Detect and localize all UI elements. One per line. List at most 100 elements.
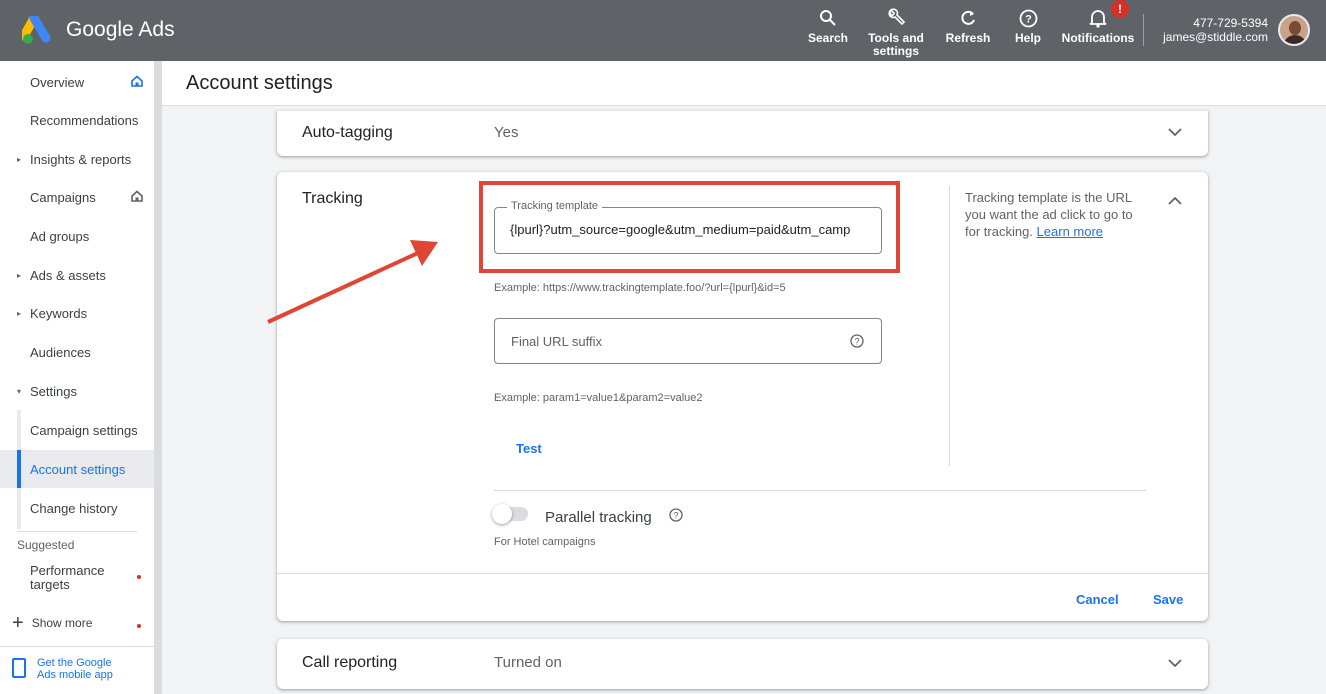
chevron-down-icon[interactable] [1168, 127, 1182, 137]
parallel-tracking-note: For Hotel campaigns [494, 536, 596, 548]
caret-down-icon: ▾ [17, 386, 22, 396]
sidebar-item-audiences[interactable]: Audiences [0, 333, 154, 371]
phone-download-icon [12, 658, 26, 678]
tools-label-2: settings [872, 44, 919, 58]
help-label: Help [1014, 31, 1041, 45]
caret-right-icon: ▸ [17, 308, 22, 318]
mobile-app-label-1: Get the Google [37, 657, 112, 669]
parallel-tracking-label: Parallel tracking [545, 509, 652, 526]
sidebar-item-label: Account settings [30, 461, 126, 477]
account-info[interactable]: 477-729-5394 james@stiddle.com [1163, 16, 1268, 44]
sidebar-item-recommendations[interactable]: Recommendations [0, 101, 154, 139]
call-reporting-row[interactable]: Call reporting Turned on [277, 639, 1208, 689]
highlight-box [479, 181, 900, 273]
call-reporting-value: Turned on [494, 654, 562, 671]
svg-text:?: ? [673, 511, 678, 521]
auto-tagging-value: Yes [494, 124, 519, 141]
svg-text:?: ? [854, 337, 859, 347]
sidebar-item-label: Recommendations [30, 112, 139, 128]
alert-dot [137, 575, 141, 579]
test-button[interactable]: Test [516, 441, 542, 456]
notifications-label: Notifications [1061, 31, 1135, 45]
topbar-divider [1143, 14, 1144, 46]
caret-right-icon: ▸ [17, 154, 22, 164]
parallel-tracking-toggle[interactable] [492, 504, 528, 524]
tracking-help-text: Tracking template is the URL you want th… [965, 189, 1145, 240]
final-url-suffix-input[interactable]: Final URL suffix ? [494, 318, 882, 364]
sidebar-item-overview[interactable]: Overview [0, 63, 154, 101]
sidebar-item-label: Audiences [30, 344, 91, 360]
sidebar-item-account-settings[interactable]: Account settings [0, 450, 154, 488]
brand-name: Google Ads [66, 18, 175, 41]
help-circle-icon[interactable]: ? [850, 334, 864, 348]
show-more-button[interactable]: + Show more [12, 612, 93, 634]
sidebar-item-insights-reports[interactable]: ▸ Insights & reports [0, 140, 154, 178]
chevron-up-icon[interactable] [1168, 196, 1182, 206]
performance-label-2: targets [30, 577, 70, 592]
mobile-app-link[interactable]: Get the Google Ads mobile app [0, 646, 154, 694]
avatar[interactable] [1278, 14, 1310, 46]
sidebar-item-label: Keywords [30, 305, 88, 321]
refresh-icon [961, 10, 975, 25]
chevron-down-icon[interactable] [1168, 658, 1182, 668]
sidebar-item-ads-assets[interactable]: ▸ Ads & assets [0, 256, 154, 294]
search-button[interactable]: Search [806, 6, 850, 45]
vertical-divider [949, 186, 950, 466]
wrench-icon [888, 8, 906, 26]
sidebar-item-label: Overview [30, 74, 85, 90]
section-divider [494, 490, 1146, 491]
page-title: Account settings [186, 72, 333, 94]
home-icon [131, 75, 143, 87]
sidebar-item-label: Insights & reports [30, 151, 132, 167]
sidebar-item-change-history[interactable]: Change history [0, 489, 154, 527]
sidebar-item-label: Ad groups [30, 228, 90, 244]
card-footer-divider [277, 573, 1208, 574]
sidebar-item-label: Campaigns [30, 189, 96, 205]
caret-right-icon: ▸ [17, 270, 22, 280]
account-id: 477-729-5394 [1193, 16, 1268, 30]
sidebar-item-performance-targets[interactable]: Performance targets [30, 564, 104, 592]
tools-and-settings-button[interactable]: Tools and settings [864, 6, 928, 58]
performance-label-1: Performance [30, 563, 105, 578]
google-ads-logo-icon[interactable] [22, 16, 56, 46]
top-bar: Google Ads Search Tools and settings Ref… [0, 0, 1326, 61]
sidebar-item-label: Campaign settings [30, 422, 138, 438]
sidebar-item-keywords[interactable]: ▸ Keywords [0, 294, 154, 332]
tracking-label: Tracking [302, 190, 363, 207]
sidebar-item-label: Ads & assets [30, 267, 106, 283]
plus-icon: + [12, 612, 24, 634]
page-header: Account settings [162, 61, 1326, 106]
notifications-button[interactable]: ! Notifications [1060, 0, 1136, 45]
active-indicator [17, 450, 21, 488]
auto-tagging-label: Auto-tagging [302, 124, 393, 141]
save-button[interactable]: Save [1153, 592, 1183, 607]
help-icon: ? [1019, 9, 1037, 27]
account-email: james@stiddle.com [1163, 30, 1268, 44]
search-icon [820, 10, 836, 26]
mobile-app-label-2: Ads mobile app [37, 669, 113, 681]
suggested-heading: Suggested [17, 538, 75, 552]
auto-tagging-row[interactable]: Auto-tagging Yes [277, 111, 1208, 156]
sidebar-scrollbar[interactable] [154, 61, 162, 694]
sidebar-item-settings[interactable]: ▾ Settings [0, 372, 154, 410]
bell-icon [1089, 10, 1107, 28]
cancel-button[interactable]: Cancel [1076, 592, 1119, 607]
home-icon [131, 190, 143, 202]
call-reporting-label: Call reporting [302, 654, 398, 671]
help-circle-icon[interactable]: ? [669, 508, 683, 522]
show-more-label: Show more [31, 616, 93, 630]
sidebar: Overview Recommendations ▸ Insights & re… [0, 61, 154, 694]
tracking-template-example: Example: https://www.trackingtemplate.fo… [494, 282, 786, 294]
notification-badge: ! [1111, 0, 1129, 18]
refresh-button[interactable]: Refresh [942, 6, 994, 45]
final-url-suffix-placeholder: Final URL suffix [511, 334, 603, 349]
sidebar-item-campaign-settings[interactable]: Campaign settings [0, 411, 154, 449]
svg-text:?: ? [1025, 13, 1032, 25]
sidebar-item-label: Settings [30, 383, 77, 399]
learn-more-link[interactable]: Learn more [1037, 224, 1103, 239]
search-label: Search [807, 31, 849, 45]
sidebar-item-campaigns[interactable]: Campaigns [0, 178, 154, 216]
sidebar-item-ad-groups[interactable]: Ad groups [0, 217, 154, 255]
alert-dot [137, 624, 141, 628]
help-button[interactable]: ? Help [1010, 6, 1046, 45]
